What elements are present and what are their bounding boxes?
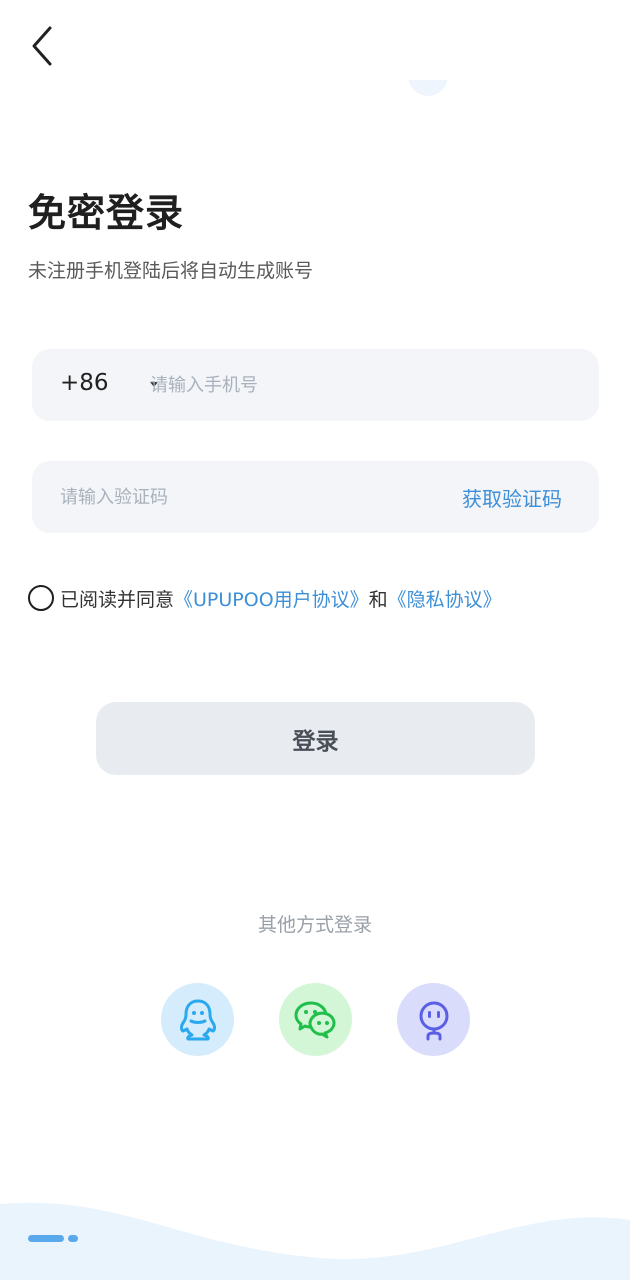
get-code-button[interactable]: 获取验证码: [462, 483, 562, 512]
privacy-policy-link[interactable]: 《隐私协议》: [388, 585, 502, 612]
agreement-row: 已阅读并同意 《UPUPOO用户协议》 和 《隐私协议》: [28, 584, 502, 612]
verification-code-input[interactable]: [60, 461, 440, 533]
agreement-conjunction: 和: [368, 588, 388, 611]
indicator-dot: [68, 1235, 78, 1242]
indicator-active: [28, 1235, 64, 1242]
wechat-icon: [294, 1001, 335, 1038]
robot-login-button[interactable]: [397, 983, 470, 1056]
page-subtitle: 未注册手机登陆后将自动生成账号: [28, 260, 314, 282]
country-code-selector[interactable]: +86: [60, 370, 109, 396]
agreement-radio[interactable]: [28, 585, 54, 611]
back-button[interactable]: [26, 24, 62, 68]
bottom-wave-decoration: [0, 1202, 630, 1280]
page-indicator: [28, 1235, 78, 1242]
wechat-login-button[interactable]: [279, 983, 352, 1056]
phone-input[interactable]: [150, 349, 570, 421]
qq-login-button[interactable]: [161, 983, 234, 1056]
user-agreement-link[interactable]: 《UPUPOO用户协议》: [174, 585, 369, 612]
qq-icon: [179, 999, 216, 1040]
other-login-label: 其他方式登录: [257, 914, 372, 936]
login-button[interactable]: 登录: [96, 702, 535, 775]
page-title: 免密登录: [28, 191, 185, 235]
chevron-left-icon: [32, 26, 52, 66]
robot-icon: [419, 1001, 448, 1040]
verification-code-field: 获取验证码: [32, 461, 599, 533]
decorative-circle: [408, 80, 448, 96]
agreement-prefix: 已阅读并同意: [60, 588, 175, 611]
phone-field: +86: [32, 349, 599, 421]
